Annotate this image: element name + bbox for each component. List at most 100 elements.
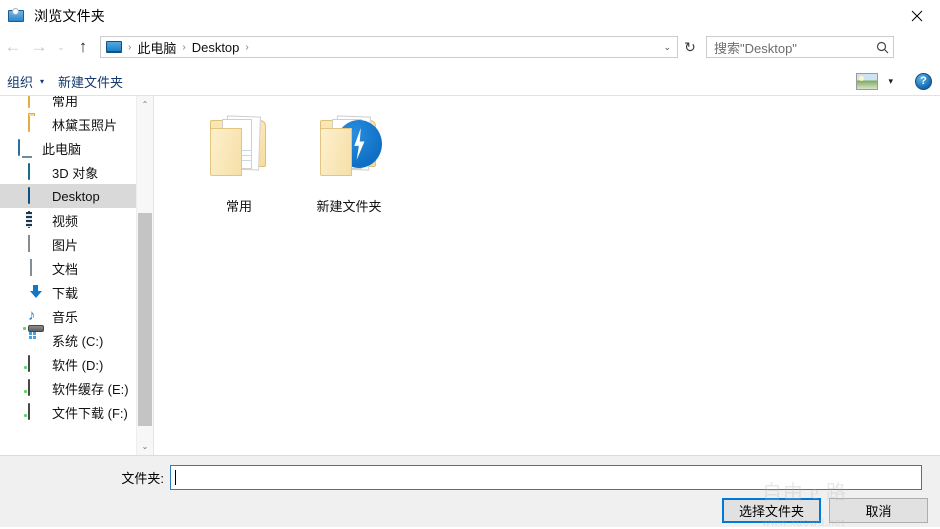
sidebar-item-label: 此电脑	[42, 141, 82, 157]
dialog-body: 常用 林黛玉照片 此电脑 3D 对象 Desktop 视频 图片 文档 下载 ♪ 音乐 系统 (C:)…	[0, 96, 940, 455]
desktop-icon	[28, 187, 45, 204]
footer-button-row: 选择文件夹 取消	[722, 498, 928, 523]
chevron-up-icon: ⌃	[141, 100, 149, 109]
help-button[interactable]: ?	[915, 73, 932, 90]
browse-folder-icon	[8, 7, 26, 25]
file-item-label: 新建文件夹	[316, 199, 382, 214]
sidebar-item-label: 文件下载 (F:)	[52, 405, 128, 421]
sidebar-item[interactable]: 林黛玉照片	[0, 112, 136, 136]
sidebar-item-label: 视频	[52, 213, 79, 229]
music-icon: ♪	[28, 307, 36, 324]
navigation-pane: 常用林黛玉照片此电脑 3D 对象 Desktop 视频图片文档下载 ♪ 音乐系统 (C:)…	[0, 96, 136, 455]
window-title: 浏览文件夹	[34, 7, 105, 24]
sidebar-item[interactable]: 软件缓存 (E:)	[0, 376, 136, 400]
scroll-down-button[interactable]: ⌄	[137, 438, 153, 455]
sidebar-item[interactable]: ♪ 音乐	[0, 304, 136, 328]
breadcrumb-separator: ›	[182, 41, 186, 53]
chevron-down-icon: ⌄	[57, 41, 65, 52]
scrollbar-thumb[interactable]	[138, 213, 152, 426]
chevron-down-icon: ▾	[40, 76, 45, 86]
scroll-up-button[interactable]: ⌃	[137, 96, 153, 113]
browse-folder-dialog: 浏览文件夹 ← → ⌄ ↑ › 此电脑 › Desktop › ⌄ ↻ 搜索"D…	[0, 0, 940, 529]
sidebar-item-label: 软件缓存 (E:)	[52, 381, 129, 397]
folder-with-spreadsheet-icon: S	[202, 110, 276, 184]
up-button[interactable]: ↑	[70, 34, 96, 60]
file-list-pane[interactable]: S 常用 新建文件夹	[154, 96, 940, 455]
forward-arrow-icon: →	[30, 37, 48, 56]
up-arrow-icon: ↑	[78, 37, 88, 56]
new-folder-label: 新建文件夹	[58, 74, 124, 90]
downloads-icon	[28, 284, 45, 300]
sidebar-item-label: 文档	[52, 261, 79, 277]
sidebar-item[interactable]: 下载	[0, 280, 136, 304]
search-input[interactable]: 搜索"Desktop"	[706, 36, 894, 58]
breadcrumb-dropdown-icon[interactable]: ⌄	[663, 37, 671, 57]
system-drive-icon	[28, 332, 45, 348]
sidebar-item[interactable]: 文件下载 (F:)	[0, 400, 136, 424]
sidebar-item[interactable]: 文档	[0, 256, 136, 280]
sidebar-item-label: 音乐	[52, 309, 79, 325]
folder-field-label: 文件夹:	[121, 471, 164, 486]
cancel-button[interactable]: 取消	[829, 498, 928, 523]
cube-icon	[28, 163, 45, 180]
sidebar-item[interactable]: 系统 (C:)	[0, 328, 136, 352]
recent-locations-button[interactable]: ⌄	[52, 34, 70, 60]
file-item-label: 常用	[225, 199, 252, 214]
sidebar-item-label: 3D 对象	[52, 165, 99, 181]
back-arrow-icon: ←	[4, 37, 22, 56]
sidebar-item-label: Desktop	[52, 188, 100, 204]
breadcrumb-item-this-pc[interactable]: 此电脑	[137, 38, 176, 57]
file-item[interactable]: S 常用	[184, 104, 294, 222]
select-folder-button[interactable]: 选择文件夹	[722, 498, 821, 523]
new-folder-button[interactable]: 新建文件夹	[51, 69, 130, 93]
text-cursor	[175, 470, 176, 485]
forward-button[interactable]: →	[26, 34, 52, 60]
close-button[interactable]	[894, 0, 940, 31]
search-icon	[871, 41, 893, 54]
breadcrumb-item-desktop[interactable]: Desktop	[192, 40, 240, 55]
sidebar-item[interactable]: Desktop	[0, 184, 136, 208]
drive-icon	[28, 403, 45, 420]
documents-icon	[28, 259, 45, 276]
folder-path-input[interactable]	[170, 465, 922, 490]
folder-icon	[28, 96, 45, 108]
sidebar-scrollbar[interactable]: ⌃ ⌄	[136, 96, 153, 455]
view-options-caret-icon[interactable]: ▾	[888, 76, 893, 87]
sidebar-item-label: 常用	[52, 96, 79, 109]
search-placeholder: 搜索"Desktop"	[714, 40, 797, 56]
sidebar-item[interactable]: 3D 对象	[0, 160, 136, 184]
breadcrumb[interactable]: › 此电脑 › Desktop › ⌄	[100, 36, 678, 58]
pictures-icon	[28, 235, 45, 252]
close-icon	[911, 10, 923, 21]
toolbar-right-group: ▾ ?	[856, 67, 932, 96]
select-folder-label: 选择文件夹	[738, 504, 804, 519]
sidebar-item[interactable]: 此电脑	[0, 136, 136, 160]
refresh-icon: ↻	[684, 38, 696, 55]
folder-tree: 常用林黛玉照片此电脑 3D 对象 Desktop 视频图片文档下载 ♪ 音乐系统 (C:)…	[0, 96, 136, 424]
sidebar-item[interactable]: 视频	[0, 208, 136, 232]
drive-icon	[28, 355, 45, 372]
sidebar-item[interactable]: 常用	[0, 96, 136, 112]
organize-button[interactable]: 组织 ▾	[0, 69, 51, 93]
file-grid: S 常用 新建文件夹	[184, 104, 940, 222]
navigation-bar: ← → ⌄ ↑ › 此电脑 › Desktop › ⌄ ↻ 搜索"Desktop…	[0, 31, 940, 63]
cancel-label: 取消	[865, 504, 892, 519]
title-bar: 浏览文件夹	[0, 0, 940, 31]
refresh-button[interactable]: ↻	[678, 35, 702, 59]
sidebar-item-label: 系统 (C:)	[52, 333, 104, 349]
this-pc-monitor-icon	[106, 41, 122, 53]
drive-icon	[28, 379, 45, 396]
sidebar-item-label: 下载	[52, 285, 79, 301]
sidebar-item-label: 图片	[52, 237, 79, 253]
view-options-icon[interactable]	[856, 73, 879, 90]
command-toolbar: 组织 ▾ 新建文件夹 ▾ ?	[0, 67, 940, 96]
back-button[interactable]: ←	[0, 34, 26, 60]
organize-label: 组织	[7, 74, 34, 90]
breadcrumb-separator: ›	[245, 41, 249, 53]
folder-icon	[28, 115, 45, 132]
sidebar-item[interactable]: 图片	[0, 232, 136, 256]
sidebar-item-label: 软件 (D:)	[52, 357, 104, 373]
file-item[interactable]: 新建文件夹	[294, 104, 404, 222]
sidebar-item[interactable]: 软件 (D:)	[0, 352, 136, 376]
this-pc-icon	[18, 139, 35, 156]
